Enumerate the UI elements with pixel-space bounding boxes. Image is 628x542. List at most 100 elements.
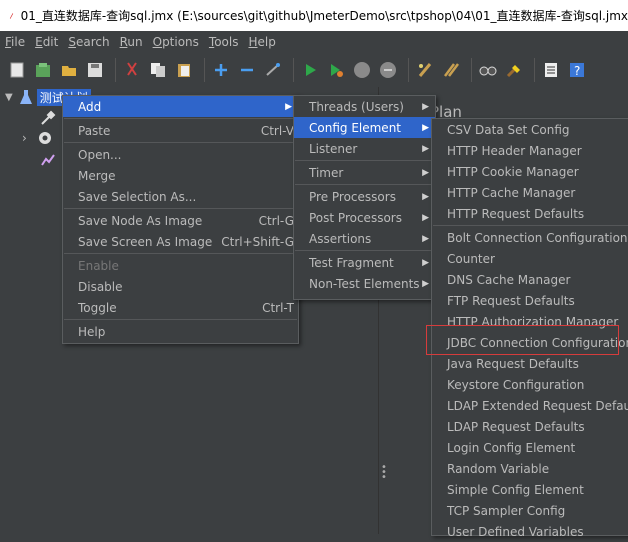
menu-item-label: CSV Data Set Config bbox=[447, 122, 570, 137]
toggle-icon[interactable] bbox=[262, 59, 284, 81]
config-item-http-header-manager[interactable]: HTTP Header Manager bbox=[432, 140, 628, 161]
context-item-save-screen-as-image[interactable]: Save Screen As Image Ctrl+Shift-G bbox=[63, 231, 298, 252]
config-item-user-defined-variables[interactable]: User Defined Variables bbox=[432, 521, 628, 542]
config-item-ftp-request-defaults[interactable]: FTP Request Defaults bbox=[432, 290, 628, 311]
shortcut-label: Ctrl-T bbox=[262, 300, 294, 315]
expand-arrow-icon[interactable]: ▼ bbox=[5, 92, 13, 103]
add-item-config-element[interactable]: Config Element ▶ bbox=[294, 117, 435, 138]
context-item-merge[interactable]: Merge bbox=[63, 165, 298, 186]
config-item-ldap-extended-request-defaults[interactable]: LDAP Extended Request Defaults bbox=[432, 395, 628, 416]
start-no-pause-icon[interactable] bbox=[325, 59, 347, 81]
context-item-toggle[interactable]: Toggle Ctrl-T bbox=[63, 297, 298, 318]
open-icon[interactable] bbox=[58, 59, 80, 81]
menu-edit[interactable]: Edit bbox=[30, 35, 63, 49]
add-item-assertions[interactable]: Assertions ▶ bbox=[294, 228, 435, 249]
toolbar: ? bbox=[0, 53, 628, 87]
menu-item-label: Toggle bbox=[78, 300, 117, 315]
menu-bar: File Edit Search Run Options Tools Help bbox=[0, 31, 628, 53]
submenu-arrow-icon: ▶ bbox=[422, 257, 429, 268]
menu-file[interactable]: File bbox=[0, 35, 30, 49]
config-item-keystore-configuration[interactable]: Keystore Configuration bbox=[432, 374, 628, 395]
copy-icon[interactable] bbox=[147, 59, 169, 81]
add-item-test-fragment[interactable]: Test Fragment ▶ bbox=[294, 252, 435, 273]
clear-all-icon[interactable] bbox=[440, 59, 462, 81]
menu-item-label: Open... bbox=[78, 147, 122, 162]
config-item-dns-cache-manager[interactable]: DNS Cache Manager bbox=[432, 269, 628, 290]
clear-icon[interactable] bbox=[414, 59, 436, 81]
config-item-bolt-connection-configuration[interactable]: Bolt Connection Configuration bbox=[432, 227, 628, 248]
menu-item-label: Save Selection As... bbox=[78, 189, 197, 204]
config-item-http-cache-manager[interactable]: HTTP Cache Manager bbox=[432, 182, 628, 203]
cut-icon[interactable] bbox=[121, 59, 143, 81]
context-item-disable[interactable]: Disable bbox=[63, 276, 298, 297]
paste-icon[interactable] bbox=[173, 59, 195, 81]
context-item-help[interactable]: Help bbox=[63, 321, 298, 342]
context-item-save-selection-as[interactable]: Save Selection As... bbox=[63, 186, 298, 207]
menu-options[interactable]: Options bbox=[148, 35, 204, 49]
config-item-simple-config-element[interactable]: Simple Config Element bbox=[432, 479, 628, 500]
menu-item-label: FTP Request Defaults bbox=[447, 293, 575, 308]
add-item-post-processors[interactable]: Post Processors ▶ bbox=[294, 207, 435, 228]
config-item-http-cookie-manager[interactable]: HTTP Cookie Manager bbox=[432, 161, 628, 182]
menu-tools[interactable]: Tools bbox=[204, 35, 244, 49]
add-item-listener[interactable]: Listener ▶ bbox=[294, 138, 435, 159]
submenu-arrow-icon: ▶ bbox=[422, 233, 429, 244]
add-item-timer[interactable]: Timer ▶ bbox=[294, 162, 435, 183]
context-item-open[interactable]: Open... bbox=[63, 144, 298, 165]
add-item-threads-users[interactable]: Threads (Users) ▶ bbox=[294, 96, 435, 117]
menu-item-label: Paste bbox=[78, 123, 111, 138]
tree-node-child[interactable] bbox=[40, 150, 56, 170]
add-item-pre-processors[interactable]: Pre Processors ▶ bbox=[294, 186, 435, 207]
menu-item-label: Java Request Defaults bbox=[447, 356, 579, 371]
menu-run[interactable]: Run bbox=[115, 35, 148, 49]
menu-item-label: Non-Test Elements bbox=[309, 276, 420, 291]
menu-item-label: Timer bbox=[309, 165, 344, 180]
config-item-login-config-element[interactable]: Login Config Element bbox=[432, 437, 628, 458]
menu-help[interactable]: Help bbox=[244, 35, 281, 49]
stop-icon[interactable] bbox=[351, 59, 373, 81]
menu-item-label: Pre Processors bbox=[309, 189, 396, 204]
expand-arrow-icon[interactable]: › bbox=[22, 131, 27, 145]
config-item-random-variable[interactable]: Random Variable bbox=[432, 458, 628, 479]
menu-separator bbox=[433, 225, 628, 226]
tree-node-child[interactable]: › bbox=[22, 128, 53, 148]
function-helper-icon[interactable] bbox=[540, 59, 562, 81]
listener-icon bbox=[41, 154, 55, 166]
submenu-arrow-icon: ▶ bbox=[422, 101, 429, 112]
start-icon[interactable] bbox=[299, 59, 321, 81]
menu-separator bbox=[295, 184, 434, 185]
context-item-add[interactable]: Add ▶ bbox=[63, 96, 298, 117]
svg-text:?: ? bbox=[574, 64, 580, 78]
config-item-csv-data-set-config[interactable]: CSV Data Set Config bbox=[432, 119, 628, 140]
new-icon[interactable] bbox=[6, 59, 28, 81]
menu-item-label: Post Processors bbox=[309, 210, 402, 225]
menu-item-label: LDAP Request Defaults bbox=[447, 419, 585, 434]
help-icon[interactable]: ? bbox=[566, 59, 588, 81]
submenu-arrow-icon: ▶ bbox=[285, 101, 292, 112]
menu-item-label: Save Screen As Image bbox=[78, 234, 213, 249]
menu-separator bbox=[295, 160, 434, 161]
add-submenu: Threads (Users) ▶ Config Element ▶ Listener ▶… bbox=[293, 95, 436, 300]
config-item-counter[interactable]: Counter bbox=[432, 248, 628, 269]
config-item-java-request-defaults[interactable]: Java Request Defaults bbox=[432, 353, 628, 374]
splitter-grip-icon: • • • bbox=[381, 462, 387, 483]
menu-item-label: HTTP Cache Manager bbox=[447, 185, 576, 200]
config-item-tcp-sampler-config[interactable]: TCP Sampler Config bbox=[432, 500, 628, 521]
shutdown-icon[interactable] bbox=[377, 59, 399, 81]
context-item-paste[interactable]: Paste Ctrl-V bbox=[63, 120, 298, 141]
collapse-icon[interactable] bbox=[236, 59, 258, 81]
templates-icon[interactable] bbox=[32, 59, 54, 81]
add-item-non-test-elements[interactable]: Non-Test Elements ▶ bbox=[294, 273, 435, 294]
wrench-icon bbox=[41, 110, 56, 125]
save-icon[interactable] bbox=[84, 59, 106, 81]
menu-search[interactable]: Search bbox=[63, 35, 114, 49]
menu-item-label: User Defined Variables bbox=[447, 524, 584, 539]
config-item-ldap-request-defaults[interactable]: LDAP Request Defaults bbox=[432, 416, 628, 437]
tree-node-child[interactable] bbox=[40, 108, 56, 128]
config-item-http-request-defaults[interactable]: HTTP Request Defaults bbox=[432, 203, 628, 224]
context-item-save-node-as-image[interactable]: Save Node As Image Ctrl-G bbox=[63, 210, 298, 231]
menu-separator bbox=[64, 208, 297, 209]
reset-search-icon[interactable] bbox=[503, 59, 525, 81]
expand-icon[interactable] bbox=[210, 59, 232, 81]
search-icon[interactable] bbox=[477, 59, 499, 81]
